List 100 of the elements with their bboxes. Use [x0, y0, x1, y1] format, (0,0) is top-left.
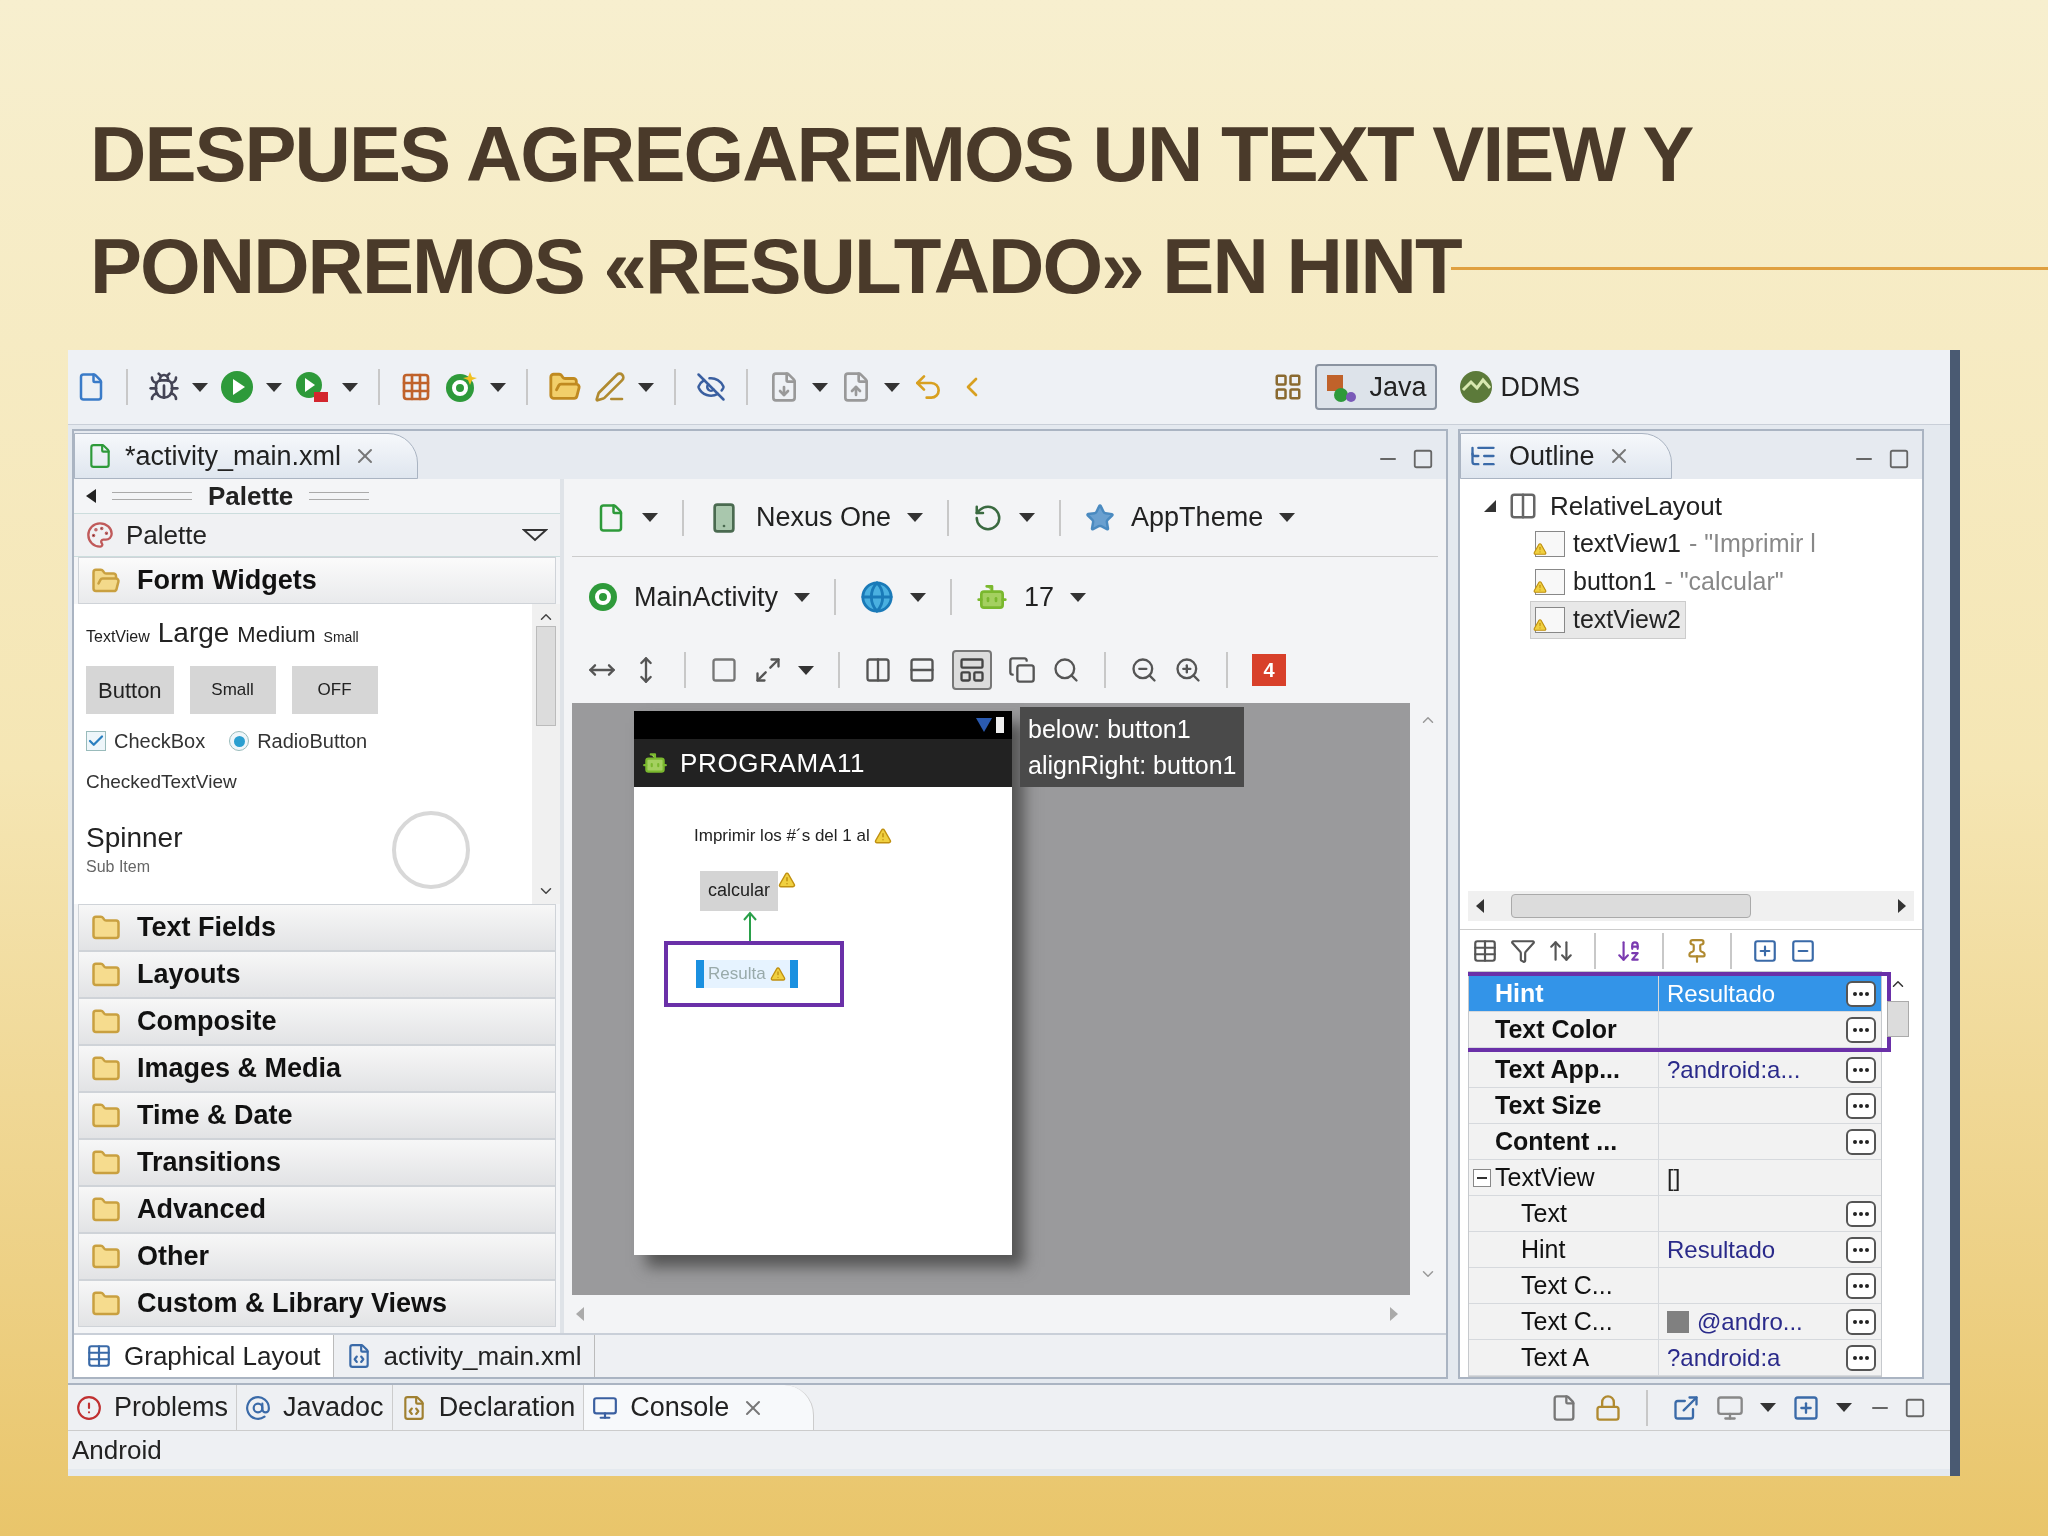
collapse-all-icon[interactable]: [1790, 937, 1816, 964]
ellipsis-button[interactable]: [1846, 980, 1876, 1007]
property-group[interactable]: TextView: [1495, 1158, 1595, 1197]
collapse-icon[interactable]: [86, 489, 96, 503]
palette-category[interactable]: Layouts: [78, 951, 556, 998]
ellipsis-button[interactable]: [1846, 1016, 1876, 1043]
categories-icon[interactable]: [1472, 937, 1498, 964]
palette-category[interactable]: Other: [78, 1233, 556, 1280]
tree-item[interactable]: RelativeLayout: [1550, 486, 1722, 526]
maximize-icon[interactable]: [1904, 1396, 1926, 1419]
globe-icon[interactable]: [860, 580, 895, 614]
run-stop-icon[interactable]: [294, 370, 330, 404]
star-icon[interactable]: [1085, 502, 1116, 533]
property-row[interactable]: Text Size: [1469, 1088, 1881, 1124]
scrollbar-thumb[interactable]: [1511, 894, 1751, 918]
grip-handle[interactable]: [309, 492, 370, 500]
zoom-out-icon[interactable]: [1130, 656, 1158, 684]
theme-dropdown[interactable]: AppTheme: [1131, 497, 1264, 538]
tree-item[interactable]: textView1 - "Imprimir l: [1530, 525, 1821, 563]
palette-selector[interactable]: Palette: [74, 513, 560, 557]
columns-icon[interactable]: [864, 656, 892, 684]
xml-file-icon[interactable]: [87, 443, 113, 469]
error-count-badge[interactable]: 4: [1252, 654, 1286, 686]
ellipsis-button[interactable]: [1846, 1344, 1876, 1371]
scroll-lock-icon[interactable]: [1594, 1393, 1622, 1422]
caret-icon[interactable]: [342, 382, 358, 392]
ellipsis-button[interactable]: [1846, 1272, 1876, 1299]
caret-icon[interactable]: [1019, 513, 1036, 522]
view-tab[interactable]: Javadoc: [237, 1385, 393, 1430]
checkbox[interactable]: [86, 731, 106, 751]
radio-button[interactable]: [229, 731, 250, 751]
zoom-actual-icon[interactable]: [1052, 656, 1080, 684]
widget-sample[interactable]: Small: [323, 627, 359, 648]
eye-off-icon[interactable]: [696, 372, 726, 402]
widget-sample[interactable]: Button: [86, 666, 174, 714]
pen-icon[interactable]: [594, 371, 626, 403]
caret-icon[interactable]: [1070, 592, 1087, 602]
maximize-icon[interactable]: [1412, 448, 1434, 470]
widget-sample[interactable]: Small: [189, 666, 276, 714]
tree-item[interactable]: button1 - "calcular": [1530, 563, 1789, 601]
property-row[interactable]: Text C... @andro...: [1469, 1304, 1881, 1340]
widget-sample[interactable]: Medium: [237, 618, 316, 651]
activity-dropdown[interactable]: MainActivity: [634, 576, 779, 618]
ellipsis-button[interactable]: [1846, 1308, 1876, 1335]
caret-icon[interactable]: [812, 382, 828, 392]
at-sign-icon[interactable]: [245, 1394, 272, 1421]
copy-icon[interactable]: [1008, 656, 1036, 684]
layout-node-icon[interactable]: [1508, 491, 1538, 521]
palette-category[interactable]: Text Fields: [78, 904, 556, 951]
device-dropdown[interactable]: Nexus One: [756, 497, 892, 538]
scrollbar[interactable]: [532, 604, 560, 904]
caret-icon[interactable]: [638, 382, 654, 392]
widget-sample[interactable]: TextView: [86, 625, 150, 649]
property-row[interactable]: Text A ?android:a: [1469, 1340, 1881, 1376]
palette-category[interactable]: Advanced: [78, 1186, 556, 1233]
filter-icon[interactable]: [1510, 937, 1536, 964]
class-icon[interactable]: [444, 370, 478, 404]
open-console-icon[interactable]: [1792, 1393, 1820, 1422]
property-row[interactable]: Text Color: [1469, 1012, 1881, 1048]
widget-sample[interactable]: OFF: [291, 666, 378, 714]
editor-tab[interactable]: *activity_main.xml: [74, 433, 419, 479]
palette-category[interactable]: Custom & Library Views: [78, 1280, 556, 1327]
ellipsis-button[interactable]: [1846, 1092, 1876, 1119]
margins-icon[interactable]: [710, 656, 738, 684]
ellipsis-button[interactable]: [1846, 1200, 1876, 1227]
scroll-right-icon[interactable]: [1898, 899, 1906, 913]
outline-tab[interactable]: Outline: [1460, 433, 1672, 479]
caret-icon[interactable]: [798, 665, 814, 675]
widget-sample[interactable]: Spinner: [86, 820, 183, 855]
api-level-dropdown[interactable]: 17: [1024, 576, 1055, 618]
scrollbar-thumb[interactable]: [1887, 1001, 1909, 1037]
expand-icon[interactable]: [754, 656, 782, 684]
property-row[interactable]: Text: [1469, 1196, 1881, 1232]
display-console-icon[interactable]: [1716, 1393, 1744, 1422]
play-icon[interactable]: [220, 370, 254, 404]
widget-sample[interactable]: CheckedTextView: [86, 768, 520, 797]
property-row[interactable]: Text C...: [1469, 1268, 1881, 1304]
property-row[interactable]: Content ...: [1469, 1124, 1881, 1160]
bug-icon[interactable]: [148, 371, 180, 403]
scrollbar-thumb[interactable]: [536, 626, 556, 726]
caret-icon[interactable]: [642, 513, 658, 522]
caret-icon[interactable]: [884, 382, 900, 392]
caret-icon[interactable]: [1279, 513, 1296, 522]
view-tab[interactable]: Problems: [68, 1385, 238, 1430]
property-row[interactable]: Hint Resultado: [1469, 1232, 1881, 1268]
caret-icon[interactable]: [266, 382, 282, 392]
caret-icon[interactable]: [1760, 1403, 1776, 1412]
perspective-button[interactable]: DDMS: [1448, 364, 1590, 410]
rows-icon[interactable]: [908, 656, 936, 684]
problems-icon[interactable]: [76, 1394, 102, 1421]
caret-icon[interactable]: [794, 592, 811, 602]
calcular-button[interactable]: calcular: [700, 870, 779, 911]
caret-icon[interactable]: [1836, 1403, 1852, 1412]
layout-tab[interactable]: Graphical Layout: [74, 1335, 334, 1377]
ellipsis-button[interactable]: [1846, 1236, 1876, 1263]
expand-toggle-icon[interactable]: [1484, 500, 1496, 512]
scroll-left-icon[interactable]: [1476, 899, 1484, 913]
view-tab[interactable]: Console: [584, 1385, 815, 1430]
checkbox-sample[interactable]: CheckBox: [86, 726, 206, 756]
widget-sample[interactable]: Large: [157, 612, 230, 654]
